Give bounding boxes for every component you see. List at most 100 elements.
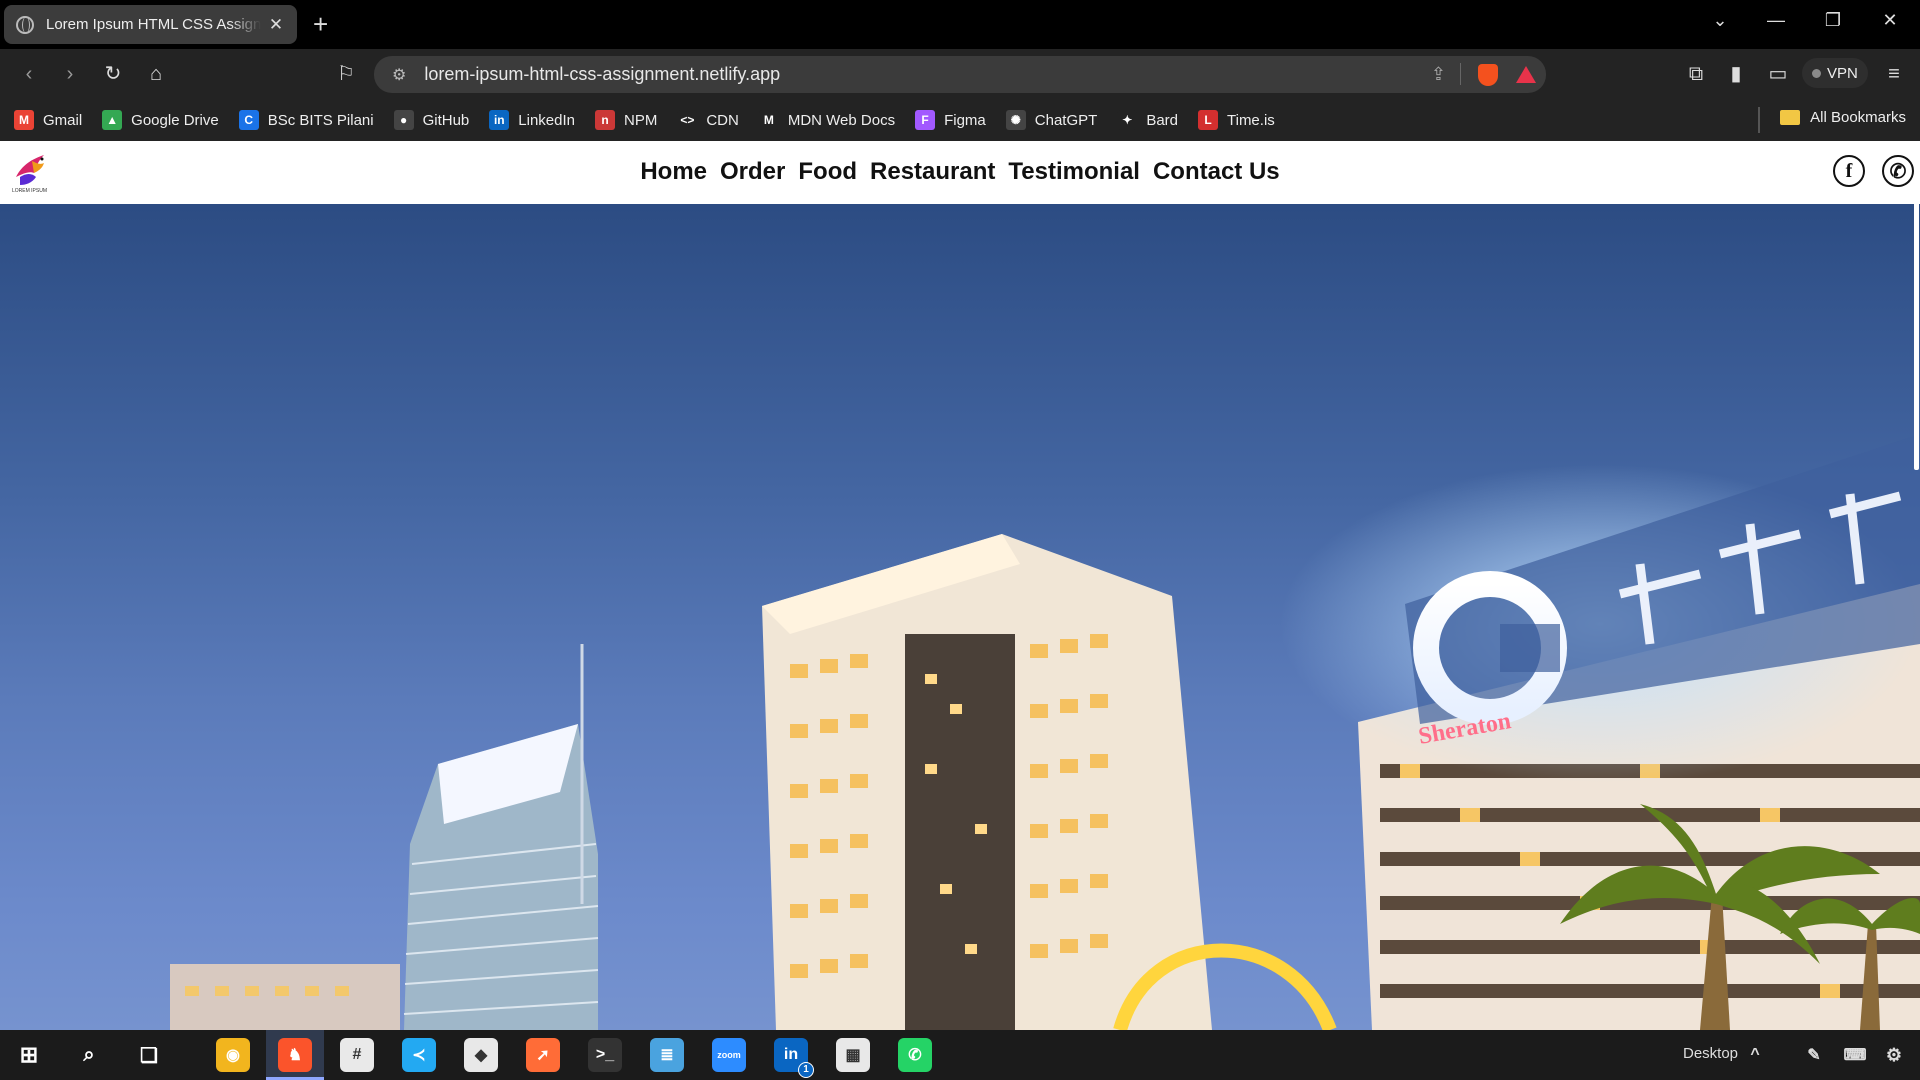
desktop-label[interactable]: Desktop: [1683, 1045, 1738, 1062]
vpn-button[interactable]: VPN: [1802, 58, 1868, 88]
tab-search-icon[interactable]: ⌄: [1705, 10, 1735, 31]
reload-icon[interactable]: ↻: [100, 62, 126, 86]
wallet-icon[interactable]: ▭: [1765, 62, 1791, 86]
brave-icon[interactable]: ♞: [278, 1038, 312, 1072]
bookmarks-bar: M Gmail ▲ Google Drive C BSc BITS Pilani ● GitH…: [0, 99, 1920, 141]
terminal-icon[interactable]: >_: [588, 1038, 622, 1072]
vpn-status-icon: [1812, 68, 1821, 78]
bits-icon: C: [238, 110, 259, 130]
bookmark-gmail[interactable]: M Gmail: [14, 110, 82, 130]
postman-icon[interactable]: ➚: [526, 1038, 560, 1072]
minimize-button[interactable]: —: [1761, 10, 1791, 31]
taskbar: ⊞ ⌕ ❏ Desktop ^ ✎ ⌨ ⚙ ◉ ♞ # ≺ ◆ ➚ >_ ≣ zoom in 1 ▦ ✆: [0, 1030, 1920, 1080]
microsoft-store-icon[interactable]: ▦: [836, 1038, 870, 1072]
all-bookmarks-button[interactable]: All Bookmarks: [1780, 109, 1906, 126]
show-hidden-icons-icon[interactable]: ^: [1738, 1038, 1772, 1072]
new-tab-button[interactable]: +: [313, 9, 328, 39]
sidebar-icon[interactable]: ▮: [1723, 62, 1749, 86]
site-header: LOREM IPSUM Home Order Food Restaurant Testi…: [0, 141, 1920, 204]
chatgpt-icon: ✺: [1005, 110, 1026, 130]
nav-home[interactable]: Home: [640, 158, 707, 186]
nav-order[interactable]: Order: [720, 158, 785, 186]
settings-icon[interactable]: ⚙: [1877, 1038, 1911, 1072]
bookmark-bsc-bits-pilani[interactable]: C BSc BITS Pilani: [238, 110, 374, 130]
bookmark-label: Gmail: [43, 111, 83, 129]
slack-icon[interactable]: #: [340, 1038, 374, 1072]
mongodb-compass-icon[interactable]: ◆: [464, 1038, 498, 1072]
back-icon[interactable]: ‹: [16, 62, 42, 86]
divider: [1758, 107, 1760, 133]
city-skyline-photo: Sheraton: [170, 434, 1920, 1030]
bookmark-linkedin[interactable]: in LinkedIn: [489, 110, 575, 130]
bookmark-cdn[interactable]: <> CDN: [677, 110, 739, 130]
nav-contact-us[interactable]: Contact Us: [1153, 158, 1280, 186]
mdn-icon: M: [758, 110, 779, 130]
address-bar[interactable]: ⚙ lorem-ipsum-html-css-assignment.netlif…: [374, 56, 1546, 93]
bookmark-label: MDN Web Docs: [787, 111, 896, 129]
bookmark-label: ChatGPT: [1034, 111, 1098, 129]
search-icon[interactable]: ⌕: [72, 1038, 106, 1072]
pen-icon[interactable]: ✎: [1797, 1038, 1831, 1072]
logo-text: LOREM IPSUM: [12, 188, 48, 194]
site-settings-icon[interactable]: ⚙: [392, 65, 406, 85]
close-window-button[interactable]: ✕: [1875, 10, 1905, 31]
hero-image: Sheraton: [0, 204, 1920, 1030]
timeis-icon: L: [1198, 110, 1218, 130]
browser-toolbar: ‹ › ↻ ⌂ ⚐ ⚙ lorem-ipsum-html-css-assignm…: [0, 49, 1920, 99]
windows-start-icon[interactable]: ⊞: [12, 1038, 46, 1072]
whatsapp-icon[interactable]: ✆: [1882, 155, 1914, 187]
bookmark-google-drive[interactable]: ▲ Google Drive: [102, 110, 219, 130]
folder-icon: [1780, 110, 1801, 125]
bookmark-label: NPM: [624, 111, 658, 129]
brave-rewards-icon[interactable]: [1516, 66, 1536, 83]
home-icon[interactable]: ⌂: [143, 62, 169, 86]
github-icon: ●: [393, 110, 414, 130]
code-icon: <>: [677, 110, 698, 130]
gmail-icon: M: [14, 110, 34, 130]
close-tab-icon[interactable]: ✕: [267, 15, 285, 35]
bookmark-label: Bard: [1146, 111, 1178, 129]
google-drive-icon: ▲: [102, 110, 123, 130]
bookmark-label: Time.is: [1227, 111, 1275, 129]
bookmark-figma[interactable]: F Figma: [915, 110, 986, 130]
bookmark-npm[interactable]: n NPM: [595, 110, 657, 130]
keyboard-icon[interactable]: ⌨: [1838, 1038, 1872, 1072]
bookmark-chatgpt[interactable]: ✺ ChatGPT: [1005, 110, 1098, 130]
divider: [1460, 63, 1461, 85]
npm-icon: n: [595, 110, 615, 130]
chrome-icon[interactable]: ◉: [216, 1038, 250, 1072]
whatsapp-app-icon[interactable]: ✆: [898, 1038, 932, 1072]
tab-strip: Lorem Ipsum HTML CSS Assignment ✕ + ⌄ — …: [0, 0, 1920, 49]
browser-tab[interactable]: Lorem Ipsum HTML CSS Assignment ✕: [4, 5, 297, 44]
restore-button[interactable]: ❐: [1818, 10, 1848, 31]
scrollbar-thumb[interactable]: [1914, 141, 1919, 470]
bookmark-time-is[interactable]: L Time.is: [1198, 110, 1275, 130]
bookmark-label: GitHub: [422, 111, 470, 129]
extensions-icon[interactable]: ⧉: [1683, 62, 1709, 86]
tab-title: Lorem Ipsum HTML CSS Assignment: [46, 16, 261, 33]
bookmark-github[interactable]: ● GitHub: [393, 110, 470, 130]
bookmark-label: Google Drive: [131, 111, 219, 129]
linkedin-icon: in: [489, 110, 510, 130]
task-view-icon[interactable]: ❏: [132, 1038, 166, 1072]
zoom-icon[interactable]: zoom: [712, 1038, 746, 1072]
vscode-icon[interactable]: ≺: [402, 1038, 436, 1072]
linkedin-app-icon[interactable]: in 1: [774, 1038, 814, 1078]
bookmark-icon[interactable]: ⚐: [333, 62, 359, 86]
globe-icon: [16, 15, 34, 34]
forward-icon[interactable]: ›: [57, 62, 83, 86]
bookmark-bard[interactable]: ✦ Bard: [1117, 110, 1178, 130]
nav-restaurant[interactable]: Restaurant: [870, 158, 995, 186]
bookmark-mdn-web-docs[interactable]: M MDN Web Docs: [758, 110, 896, 130]
nav-testimonial[interactable]: Testimonial: [1008, 158, 1140, 186]
screen: Lorem Ipsum HTML CSS Assignment ✕ + ⌄ — …: [0, 0, 1920, 1080]
brave-shields-icon[interactable]: [1478, 64, 1498, 86]
figma-icon: F: [915, 110, 936, 130]
notepad-icon[interactable]: ≣: [650, 1038, 684, 1072]
share-icon[interactable]: ⇪: [1431, 64, 1446, 85]
menu-icon[interactable]: ≡: [1881, 62, 1907, 86]
nav-food[interactable]: Food: [798, 158, 857, 186]
web-page: LOREM IPSUM Home Order Food Restaurant Testi…: [0, 141, 1920, 1030]
facebook-icon[interactable]: f: [1833, 155, 1865, 187]
url-text: lorem-ipsum-html-css-assignment.netlify.…: [424, 64, 781, 84]
